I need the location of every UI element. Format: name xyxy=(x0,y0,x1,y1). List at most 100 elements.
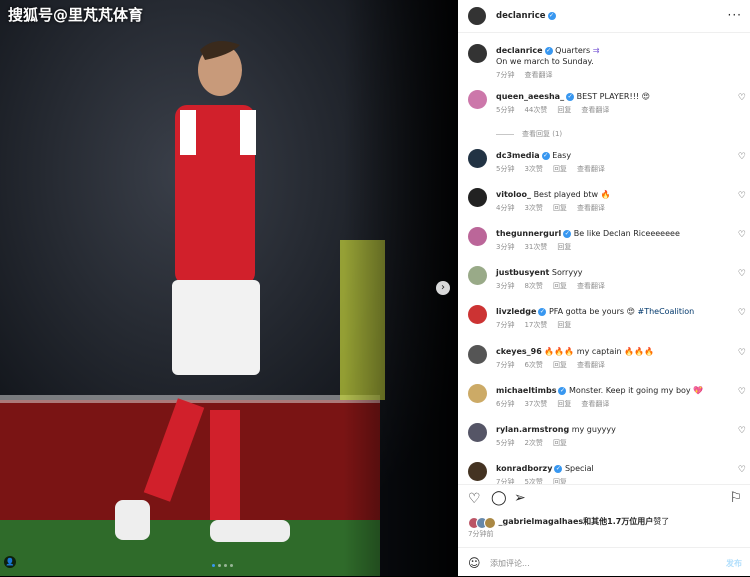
more-options-icon[interactable]: ··· xyxy=(728,8,742,22)
see-translation-link[interactable]: 查看翻译 xyxy=(581,106,609,114)
emoji-icon[interactable]: ☺ xyxy=(468,556,481,570)
post-photo[interactable]: 搜狐号@里芃芃体育 › 👤 xyxy=(0,0,458,576)
commenter-avatar[interactable] xyxy=(468,462,487,481)
comment-likes[interactable]: 44次赞 xyxy=(524,106,547,114)
comment-like-heart-icon[interactable]: ♡ xyxy=(738,348,746,358)
verified-badge-icon: ✓ xyxy=(541,151,550,160)
hashtag-link[interactable]: #TheCoalition xyxy=(637,307,694,316)
commenter-avatar[interactable] xyxy=(468,423,487,442)
verified-badge-icon: ✓ xyxy=(538,307,547,316)
likes-summary[interactable]: _gabrielmagalhaes和其他1.7万位用户赞了 xyxy=(468,516,669,529)
comment-text: PFA gotta be yours 😍 xyxy=(548,307,635,316)
commenter-username[interactable]: konradborzy xyxy=(496,464,552,473)
post-comment-button[interactable]: 发布 xyxy=(726,558,742,569)
reply-button[interactable]: 回复 xyxy=(553,204,567,212)
reply-button[interactable]: 回复 xyxy=(553,361,567,369)
comment-text: my guyyyy xyxy=(571,425,616,434)
caption-username[interactable]: declanrice xyxy=(496,46,543,55)
comment-like-heart-icon[interactable]: ♡ xyxy=(738,152,746,162)
comment-time: 5分钟 xyxy=(496,106,515,114)
carousel-dot xyxy=(224,564,227,567)
author-username[interactable]: declanrice ✓ xyxy=(496,11,556,21)
see-translation-link[interactable]: 查看翻译 xyxy=(577,361,605,369)
comment-time: 6分钟 xyxy=(496,400,515,408)
comment-text: 🔥🔥🔥 my captain 🔥🔥🔥 xyxy=(544,347,654,356)
likes-count[interactable]: 和其他1.7万位用户 xyxy=(583,517,653,526)
reply-button[interactable]: 回复 xyxy=(553,282,567,290)
commenter-avatar[interactable] xyxy=(468,384,487,403)
liker-username[interactable]: _gabrielmagalhaes xyxy=(499,517,584,526)
comment-text: Be like Declan Riceeeeeee xyxy=(573,229,680,238)
liker-avatars xyxy=(468,516,496,529)
comment-likes[interactable]: 2次赞 xyxy=(524,439,542,447)
comment-likes[interactable]: 6次赞 xyxy=(524,361,542,369)
commenter-username[interactable]: vitoloo_ xyxy=(496,190,531,199)
caption-time: 7分钟 xyxy=(496,71,515,79)
comment-like-heart-icon[interactable]: ♡ xyxy=(738,230,746,240)
commenter-username[interactable]: livzledge xyxy=(496,307,536,316)
commenter-username[interactable]: rylan.armstrong xyxy=(496,425,569,434)
view-replies-label[interactable]: 查看回复 (1) xyxy=(522,130,562,138)
reply-button[interactable]: 回复 xyxy=(557,243,571,251)
post-image xyxy=(0,0,458,576)
commenter-username[interactable]: queen_aeesha_ xyxy=(496,92,564,101)
see-translation-link[interactable]: 查看翻译 xyxy=(524,71,552,79)
comment-likes[interactable]: 37次赞 xyxy=(524,400,547,408)
commenter-avatar[interactable] xyxy=(468,305,487,324)
commenter-username[interactable]: dc3media xyxy=(496,151,540,160)
comment-time: 4分钟 xyxy=(496,204,515,212)
comment-likes[interactable]: 31次赞 xyxy=(524,243,547,251)
add-comment-bar: ☺ 添加评论... 发布 xyxy=(458,547,750,577)
commenter-avatar[interactable] xyxy=(468,266,487,285)
comment-like-heart-icon[interactable]: ♡ xyxy=(738,308,746,318)
comment-like-heart-icon[interactable]: ♡ xyxy=(738,465,746,475)
share-icon[interactable]: ➢ xyxy=(514,490,526,506)
carousel-dot xyxy=(230,564,233,567)
bookmark-icon[interactable]: ⚐ xyxy=(729,490,742,506)
comment-input[interactable]: 添加评论... xyxy=(490,558,530,569)
commenter-avatar[interactable] xyxy=(468,90,487,109)
heart-icon[interactable]: ♡ xyxy=(468,491,481,507)
reply-button[interactable]: 回复 xyxy=(553,439,567,447)
commenter-username[interactable]: justbusyent xyxy=(496,268,549,277)
next-image-button[interactable]: › xyxy=(436,281,450,295)
commenter-avatar[interactable] xyxy=(468,149,487,168)
comment-like-heart-icon[interactable]: ♡ xyxy=(738,191,746,201)
author-avatar[interactable] xyxy=(468,44,487,63)
see-translation-link[interactable]: 查看翻译 xyxy=(577,282,605,290)
carousel-indicator xyxy=(212,564,233,567)
liker-avatar xyxy=(484,516,496,529)
caption-text-line2: On we march to Sunday. xyxy=(496,57,594,66)
comment-likes[interactable]: 3次赞 xyxy=(524,204,542,212)
see-translation-link[interactable]: 查看翻译 xyxy=(577,204,605,212)
commenter-username[interactable]: thegunnergurl xyxy=(496,229,561,238)
comment-like-heart-icon[interactable]: ♡ xyxy=(738,426,746,436)
reply-button[interactable]: 回复 xyxy=(557,400,571,408)
tagged-user-icon[interactable]: 👤 xyxy=(4,556,16,568)
view-replies[interactable]: 查看回复 (1) xyxy=(496,129,562,139)
reply-button[interactable]: 回复 xyxy=(557,106,571,114)
comment-like-heart-icon[interactable]: ♡ xyxy=(738,93,746,103)
see-translation-link[interactable]: 查看翻译 xyxy=(581,400,609,408)
author-name[interactable]: declanrice xyxy=(496,11,546,21)
replies-line xyxy=(496,133,514,135)
commenter-username[interactable]: ckeyes_96 xyxy=(496,347,542,356)
action-bar: ♡ ◯ ➢ ⚐ xyxy=(458,484,750,515)
comment-text: BEST PLAYER!!! 😍 xyxy=(576,92,650,101)
reply-button[interactable]: 回复 xyxy=(553,165,567,173)
reply-button[interactable]: 回复 xyxy=(557,321,571,329)
comment-icon[interactable]: ◯ xyxy=(491,490,507,506)
comment-like-heart-icon[interactable]: ♡ xyxy=(738,269,746,279)
comment-likes[interactable]: 3次赞 xyxy=(524,165,542,173)
commenter-avatar[interactable] xyxy=(468,227,487,246)
watermark: 搜狐号@里芃芃体育 xyxy=(8,6,144,24)
commenter-username[interactable]: michaeltimbs xyxy=(496,386,556,395)
commenter-avatar[interactable] xyxy=(468,345,487,364)
comment-likes[interactable]: 8次赞 xyxy=(524,282,542,290)
see-translation-link[interactable]: 查看翻译 xyxy=(577,165,605,173)
author-avatar[interactable] xyxy=(468,7,486,25)
commenter-avatar[interactable] xyxy=(468,188,487,207)
comment-likes[interactable]: 17次赞 xyxy=(524,321,547,329)
comment-time: 7分钟 xyxy=(496,321,515,329)
comment-like-heart-icon[interactable]: ♡ xyxy=(738,387,746,397)
